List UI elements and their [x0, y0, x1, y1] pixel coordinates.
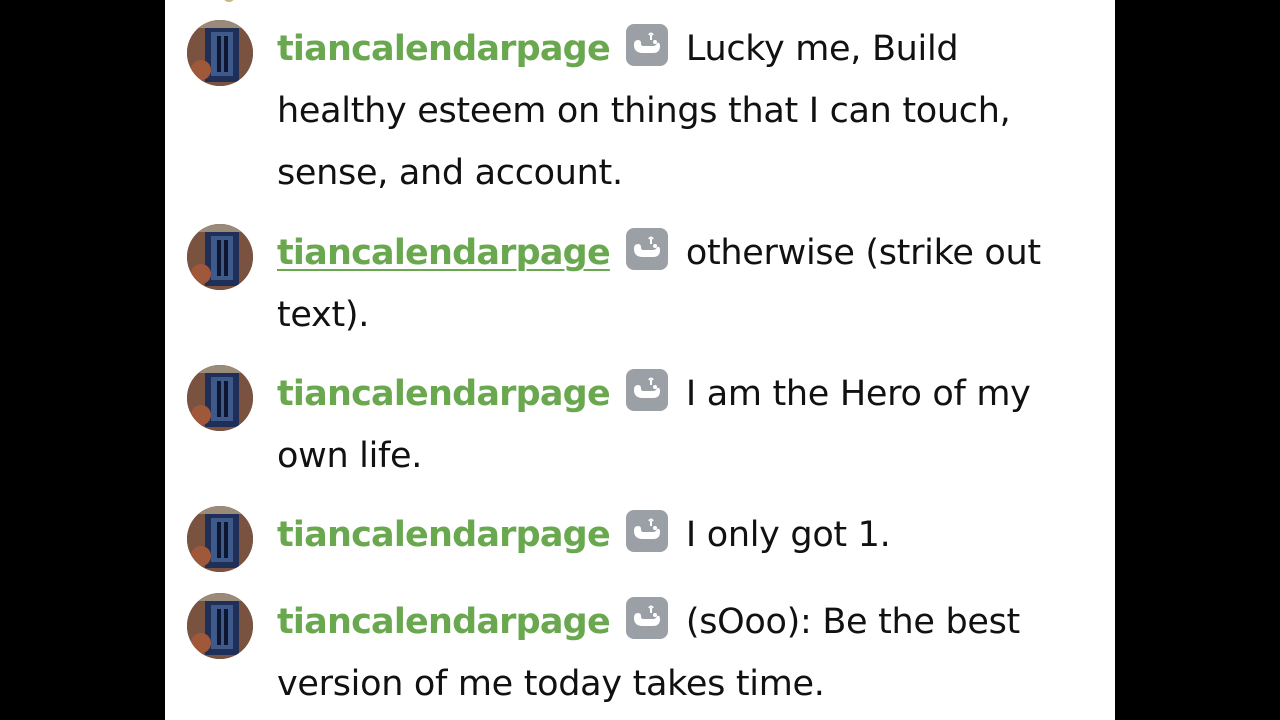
user-avatar[interactable]	[187, 224, 253, 290]
user-avatar[interactable]	[187, 20, 253, 86]
message-text: I only got 1.	[685, 515, 891, 555]
previous-message-edge	[223, 0, 235, 2]
username-link[interactable]: tiancalendarpage	[277, 374, 611, 414]
username-link[interactable]: tiancalendarpage	[277, 602, 611, 642]
whale-badge-icon	[625, 24, 668, 66]
message-body: tiancalendarpage I am the Hero of my own …	[277, 363, 1087, 487]
username-link[interactable]: tiancalendarpage	[277, 29, 611, 69]
message-body: tiancalendarpage Lucky me, Build healthy …	[277, 18, 1087, 204]
whale-badge-icon	[625, 369, 668, 411]
message-body: tiancalendarpage otherwise (strike out te…	[277, 222, 1087, 346]
user-avatar[interactable]	[187, 365, 253, 431]
user-avatar[interactable]	[187, 593, 253, 659]
message-body: tiancalendarpage (sOoo): Be the best vers…	[277, 591, 1087, 715]
chat-panel: tiancalendarpage Lucky me, Build healthy …	[165, 0, 1115, 720]
user-avatar[interactable]	[187, 506, 253, 572]
whale-badge-icon	[625, 510, 668, 552]
whale-badge-icon	[625, 597, 668, 639]
username-link[interactable]: tiancalendarpage	[277, 233, 611, 273]
username-link[interactable]: tiancalendarpage	[277, 515, 611, 555]
whale-badge-icon	[625, 228, 668, 270]
message-body: tiancalendarpage I only got 1.	[277, 504, 1087, 566]
